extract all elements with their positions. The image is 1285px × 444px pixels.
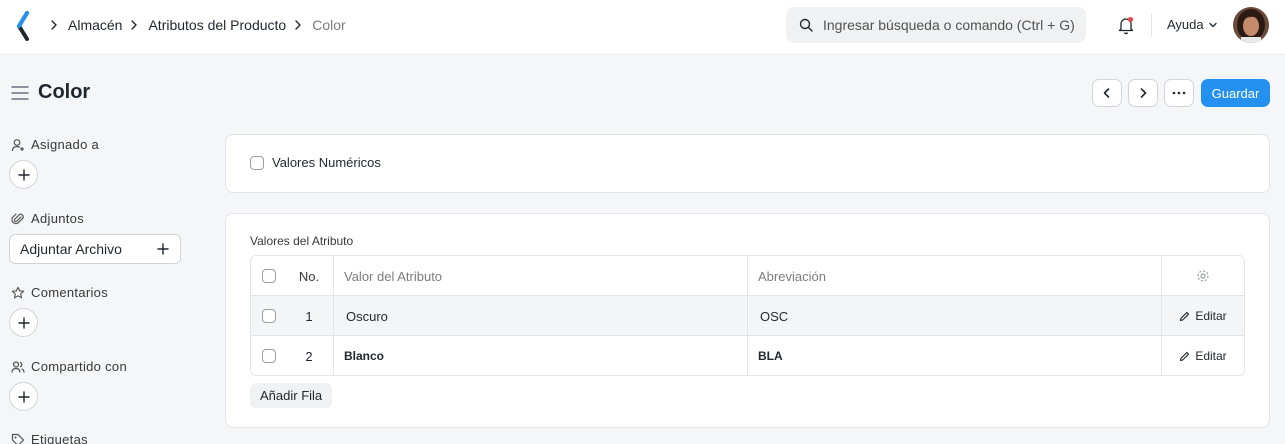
attribute-values-table: No. Valor del Atributo Abreviación 1 Osc… [250, 255, 1245, 376]
pencil-icon [1180, 311, 1190, 321]
attribute-values-card: Valores del Atributo No. Valor del Atrib… [225, 213, 1270, 428]
row-number: 2 [305, 348, 313, 364]
ellipsis-icon [1172, 91, 1186, 95]
row-select-cell [251, 336, 285, 375]
add-share-button[interactable] [9, 382, 38, 411]
help-dropdown[interactable]: Ayuda [1167, 17, 1218, 32]
chevron-right-icon [51, 20, 57, 30]
paperclip-icon [11, 212, 24, 224]
breadcrumb-item-almacen[interactable]: Almacén [68, 17, 122, 33]
column-settings-cell [1161, 256, 1244, 296]
select-all-checkbox[interactable] [261, 269, 276, 283]
search-icon [799, 18, 813, 32]
app-logo[interactable] [14, 11, 34, 41]
row-checkbox[interactable] [261, 349, 276, 363]
comments-label: Comentarios [31, 285, 108, 300]
add-row-button[interactable]: Añadir Fila [250, 383, 333, 408]
row-select-cell [251, 296, 285, 336]
next-record-button[interactable] [1128, 79, 1158, 107]
table-header-row: No. Valor del Atributo Abreviación [251, 256, 1244, 296]
sidebar-tags: Etiquetas [11, 432, 88, 444]
notification-bell-icon[interactable] [1116, 15, 1136, 35]
plus-icon [17, 168, 30, 181]
plus-icon [17, 390, 30, 403]
column-header-no: No. [298, 268, 320, 284]
numeric-values-checkbox[interactable] [250, 155, 264, 170]
edit-label: Editar [1195, 309, 1227, 323]
search-input[interactable] [823, 17, 1078, 33]
row-checkbox[interactable] [261, 309, 276, 323]
previous-record-button[interactable] [1092, 79, 1122, 107]
add-comment-button[interactable] [9, 308, 38, 337]
save-button[interactable]: Guardar [1201, 79, 1270, 107]
sidebar-toggle-icon[interactable] [11, 85, 29, 101]
plus-icon [17, 316, 30, 329]
breadcrumb: Almacén Atributos del Producto Color [46, 16, 346, 34]
abbreviation-cell[interactable]: OSC [747, 296, 1161, 336]
pencil-icon [1180, 351, 1190, 361]
row-action-cell: Editar [1161, 296, 1244, 336]
column-header-abbr[interactable]: Abreviación [747, 256, 1161, 296]
more-options-button[interactable] [1164, 79, 1194, 107]
sidebar-assigned: Asignado a [11, 137, 99, 152]
navbar-divider [1151, 13, 1152, 37]
users-icon [11, 360, 25, 373]
settings-card: Valores Numéricos [225, 134, 1270, 193]
numeric-values-field[interactable]: Valores Numéricos [250, 155, 381, 170]
attach-file-button[interactable]: Adjuntar Archivo [9, 234, 181, 264]
numeric-values-label: Valores Numéricos [272, 155, 381, 170]
select-all-cell [251, 256, 285, 296]
row-action-cell: Editar [1161, 336, 1244, 375]
star-icon [11, 286, 25, 298]
sidebar-shared: Compartido con [11, 359, 127, 374]
chevron-right-icon [1140, 88, 1147, 98]
sidebar-comments: Comentarios [11, 285, 108, 300]
page-title: Color [38, 81, 91, 103]
chevron-down-icon [1208, 22, 1217, 27]
table-row[interactable]: 2 Blanco BLA Editar [251, 336, 1244, 375]
breadcrumb-item-current[interactable]: Color [312, 17, 345, 33]
edit-row-button[interactable]: Editar [1179, 309, 1227, 323]
chevron-left-icon [1103, 88, 1110, 98]
edit-label: Editar [1195, 349, 1227, 363]
search-bar[interactable] [786, 7, 1086, 43]
user-avatar[interactable] [1233, 7, 1269, 43]
breadcrumb-item-atributos[interactable]: Atributos del Producto [148, 17, 286, 33]
attribute-values-label: Valores del Atributo [250, 234, 354, 248]
assigned-label: Asignado a [31, 137, 100, 152]
user-icon [11, 138, 24, 151]
attachments-label: Adjuntos [31, 211, 84, 226]
attribute-value-cell[interactable]: Oscuro [333, 296, 747, 336]
chevron-right-icon [295, 20, 301, 30]
tag-icon [11, 433, 25, 444]
attach-file-label: Adjuntar Archivo [20, 241, 122, 257]
sidebar-attachments: Adjuntos [11, 211, 84, 226]
edit-row-button[interactable]: Editar [1179, 349, 1227, 363]
column-header-value[interactable]: Valor del Atributo [333, 256, 747, 296]
table-row[interactable]: 1 Oscuro OSC Editar [251, 296, 1244, 336]
abbreviation-cell[interactable]: BLA [747, 336, 1161, 375]
attribute-value-cell[interactable]: Blanco [333, 336, 747, 375]
plus-icon [157, 243, 169, 255]
help-label: Ayuda [1167, 17, 1204, 32]
tags-label: Etiquetas [31, 432, 88, 444]
shared-label: Compartido con [31, 359, 127, 374]
top-navbar: Almacén Atributos del Producto Color Ayu… [0, 0, 1285, 55]
row-number: 1 [305, 308, 313, 324]
chevron-right-icon [131, 20, 138, 30]
add-assignee-button[interactable] [9, 160, 38, 189]
gear-icon[interactable] [1196, 269, 1210, 283]
